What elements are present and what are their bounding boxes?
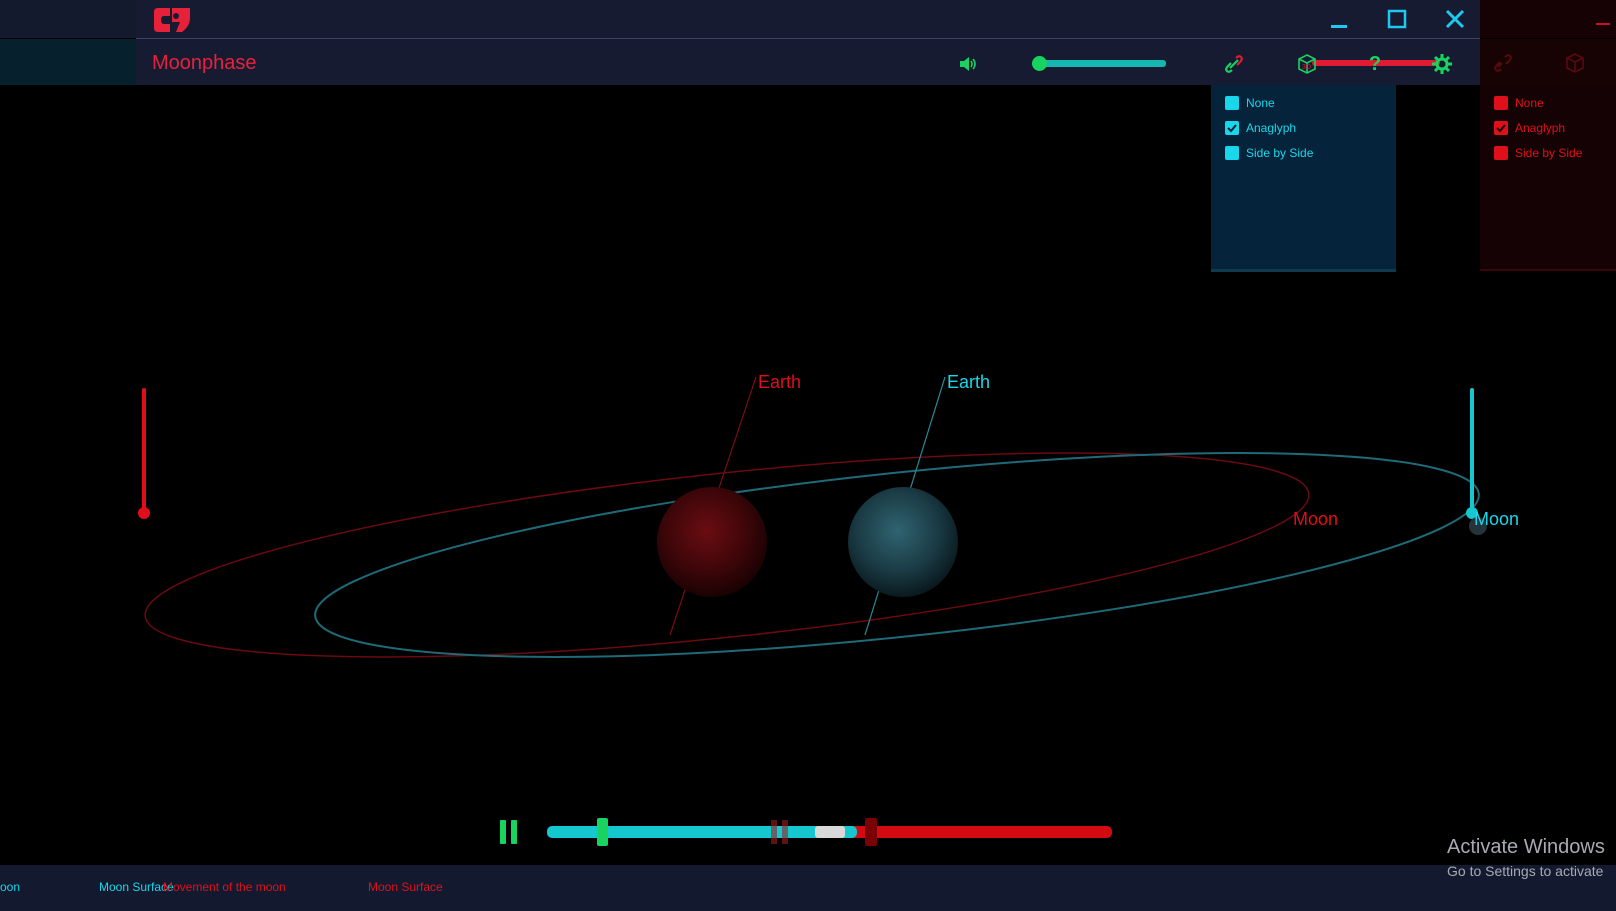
- maximize-button[interactable]: [1382, 4, 1412, 34]
- right-header-strip: [1480, 39, 1616, 85]
- help-button[interactable]: ?: [1363, 52, 1387, 76]
- watermark-subtitle: Go to Settings to activate: [1447, 863, 1604, 879]
- link-button[interactable]: [1222, 52, 1246, 76]
- moon-marker-red: [138, 507, 150, 519]
- volume-slider-track[interactable]: [1034, 60, 1166, 67]
- minimize-button[interactable]: [1324, 4, 1354, 34]
- svg-text:3D: 3D: [1302, 64, 1311, 71]
- watermark-title: Activate Windows: [1447, 836, 1605, 858]
- volume-slider-knob[interactable]: [1032, 56, 1047, 71]
- tab-moon-surface-ghost: Moon Surface: [368, 880, 443, 894]
- right-title-strip: [1480, 0, 1616, 38]
- title-bar: [136, 0, 1480, 39]
- 3d-cube-icon: 3D: [1298, 54, 1316, 74]
- pause-icon: [500, 820, 506, 844]
- gear-icon: [1432, 54, 1452, 74]
- tab-movement-of-the-moon[interactable]: oon: [0, 880, 20, 894]
- link-icon: [1225, 55, 1243, 73]
- timeline-handle-ghost: [865, 818, 877, 846]
- close-button[interactable]: [1440, 4, 1470, 34]
- link-icon: [1494, 54, 1512, 72]
- settings-button[interactable]: [1430, 52, 1454, 76]
- timeline-handle[interactable]: [597, 818, 608, 846]
- app-title: Moonphase: [152, 52, 257, 74]
- left-title-strip: [0, 0, 136, 38]
- timeline-track-red: [820, 826, 1112, 838]
- moon-label-red: Moon: [1293, 509, 1338, 529]
- moonphase-3d-scene[interactable]: Earth Earth Moon Moon: [0, 85, 1616, 865]
- timeline-track[interactable]: [547, 826, 857, 838]
- tab-movement-of-the-moon-ghost: Movement of the moon: [163, 880, 286, 894]
- maximize-icon: [1387, 9, 1407, 29]
- pause-button[interactable]: [500, 820, 524, 844]
- header-bar: [136, 39, 1480, 85]
- timeline-overlap: [815, 826, 845, 838]
- earth-sphere-red: [657, 487, 767, 597]
- left-header-strip: [0, 39, 136, 85]
- earth-label-red: Earth: [758, 372, 801, 392]
- app-logo-icon: [152, 6, 192, 34]
- earth-label-cyan: Earth: [947, 372, 990, 392]
- 3d-cube-icon: [1566, 53, 1584, 73]
- close-icon: [1445, 9, 1465, 29]
- moon-label-cyan: Moon: [1474, 509, 1519, 529]
- pause-icon-ghost: [771, 820, 793, 844]
- stereo-3d-button[interactable]: 3D: [1295, 52, 1319, 76]
- windows-activation-watermark: Activate Windows Go to Settings to activ…: [1447, 836, 1605, 879]
- speaker-icon: [960, 57, 976, 71]
- earth-sphere-cyan: [848, 487, 958, 597]
- minimize-icon: [1331, 25, 1347, 28]
- volume-button[interactable]: [956, 52, 980, 76]
